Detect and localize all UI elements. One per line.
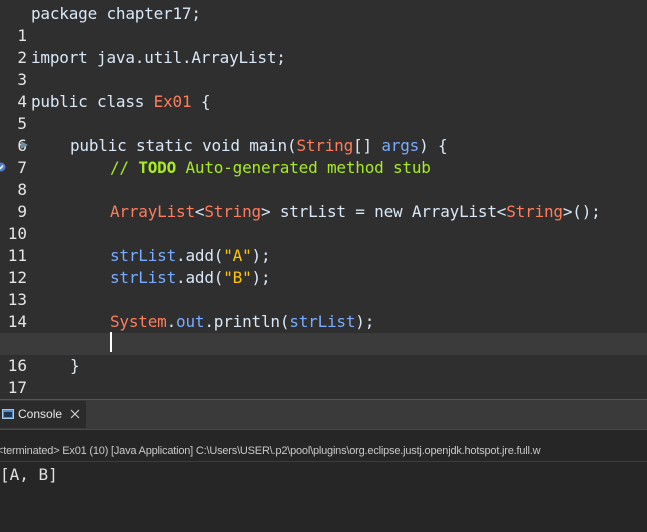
code-text: ArrayList<String> strList = new ArrayLis… [110,202,601,221]
code-line: 5 public class Ex01 { [0,91,647,133]
console-status-line: <terminated> Ex01 (10) [Java Application… [0,445,541,457]
override-icon[interactable] [19,140,29,150]
code-line: 7 public static void main(String[] args)… [0,135,647,177]
code-line: 1 package chapter17; [0,3,647,45]
code-text: import java.util.ArrayList; [31,48,286,67]
console-output: [A, B] [0,465,58,484]
code-text: package chapter17; [31,4,201,23]
code-line: 18 [0,377,647,399]
code-line: 9 [0,179,647,221]
console-view-header: Console [0,399,647,429]
code-line: 4 [0,69,647,111]
code-line: 13 strList.add("B"); [0,267,647,309]
code-text: public static void main(String[] args) { [70,136,448,155]
code-line: 3 import java.util.ArrayList; [0,47,647,89]
code-line: 6 [0,113,647,155]
code-text: System.out.println(strList); [110,312,375,331]
code-line-current[interactable]: 16 [0,333,647,375]
console-tab[interactable]: Console [0,401,86,428]
code-text: strList.add("B"); [110,268,271,287]
console-tab-label: Console [18,407,63,421]
code-line: 10 ArrayList<String> strList = new Array… [0,201,647,243]
code-text: // TODO Auto-generated method stub [110,158,431,177]
code-line: 17 } [0,355,647,397]
text-caret [110,332,112,352]
code-line: 8 // TODO Auto-generated method stub [0,157,647,199]
code-text: } [70,356,80,375]
task-icon[interactable] [0,162,6,172]
code-line: 2 [0,25,647,67]
close-icon[interactable] [70,409,80,419]
console-icon [2,409,14,419]
code-text: strList.add("A"); [110,246,271,265]
code-line: 11 [0,223,647,265]
code-text: public class Ex01 { [31,92,211,111]
code-line: 12 strList.add("A"); [0,245,647,287]
code-line: 15 System.out.println(strList); [0,311,647,353]
code-line: 14 [0,289,647,331]
code-editor[interactable]: 1 package chapter17; 2 3 import java.uti… [0,0,647,399]
console-divider [0,461,647,462]
